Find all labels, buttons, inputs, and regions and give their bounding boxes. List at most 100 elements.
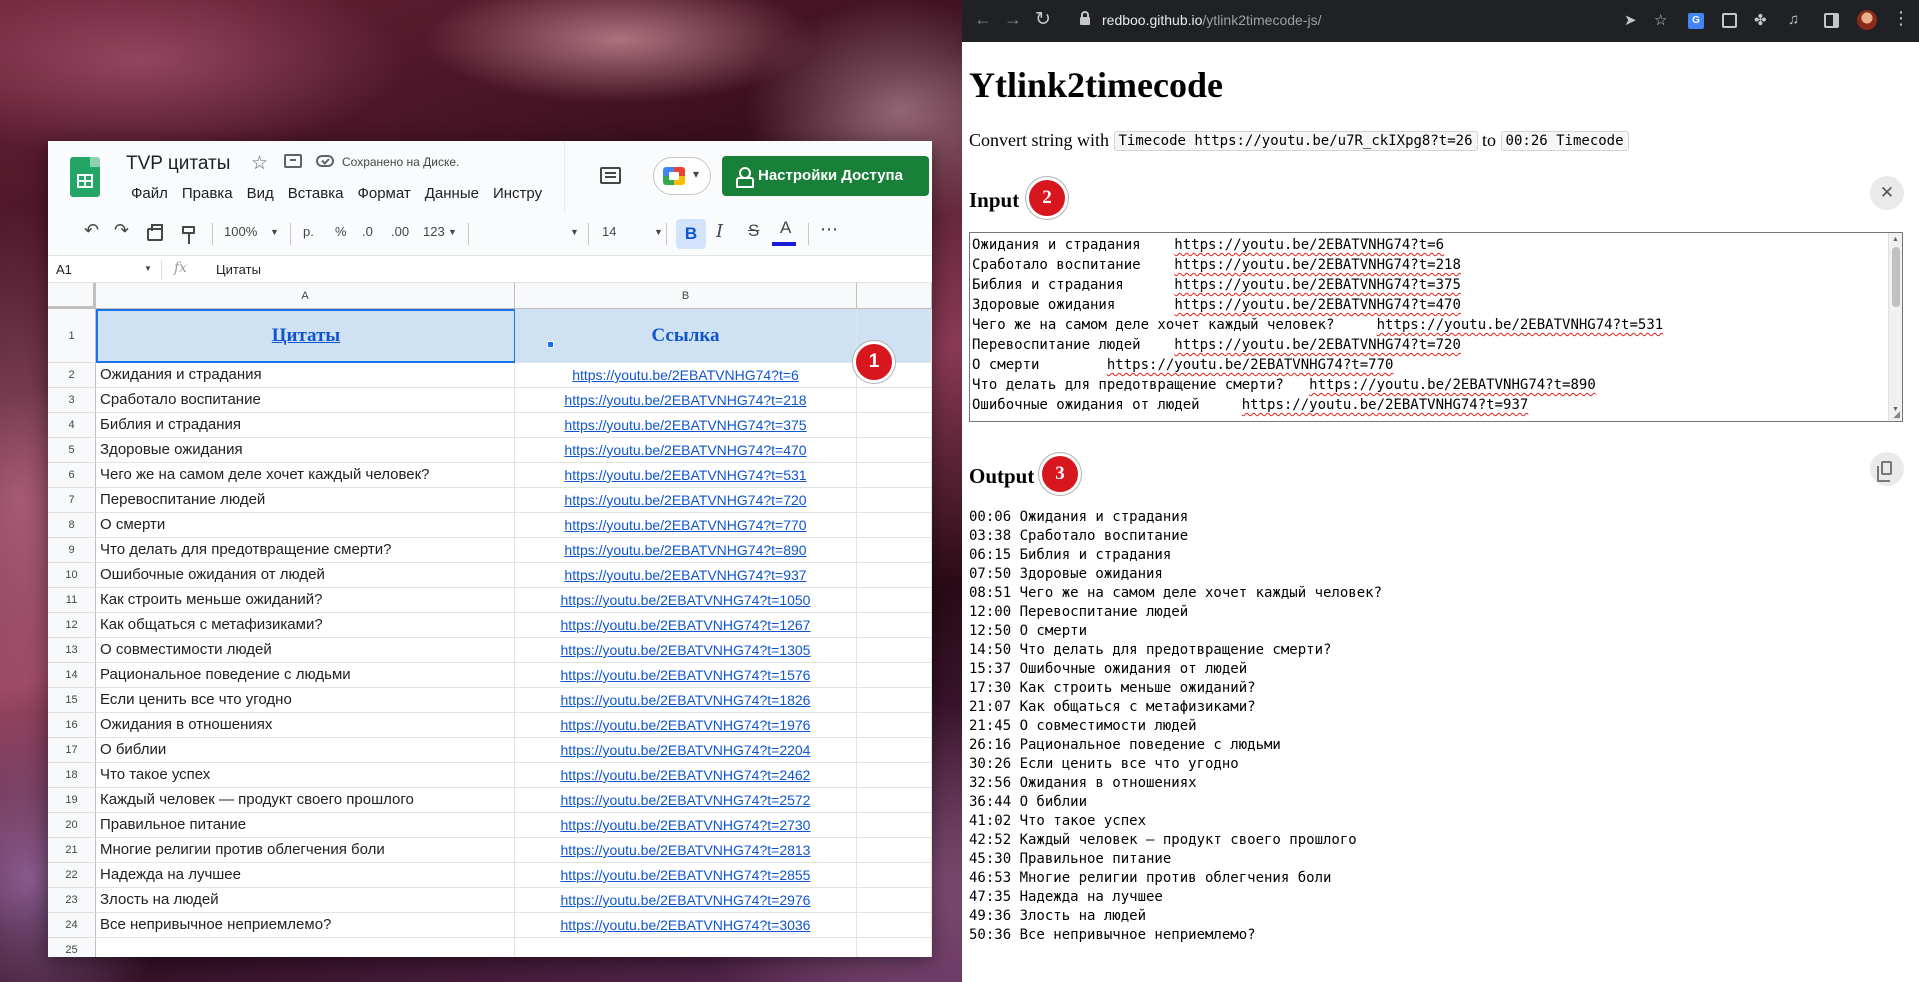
bookmark-star-icon[interactable]: ☆ <box>1654 11 1667 29</box>
empty-cell[interactable] <box>857 388 932 413</box>
link-cell[interactable]: https://youtu.be/2EBATVNHG74?t=218 <box>515 388 857 413</box>
quote-cell[interactable]: Надежда на лучшее <box>96 863 515 888</box>
copy-output-button[interactable] <box>1870 452 1904 486</box>
link-cell[interactable]: https://youtu.be/2EBATVNHG74?t=2730 <box>515 813 857 838</box>
quote-cell[interactable]: Если ценить все что угодно <box>96 688 515 713</box>
address-bar[interactable]: redboo.github.io/ytlink2timecode-js/ <box>1102 12 1321 28</box>
send-icon[interactable]: ➤ <box>1624 11 1637 29</box>
forward-arrow-icon[interactable]: → <box>1004 9 1022 30</box>
empty-cell[interactable] <box>857 713 932 738</box>
quote-cell[interactable]: Что такое успех <box>96 763 515 788</box>
header-cell-quotes[interactable]: Цитаты <box>96 309 516 363</box>
quote-cell[interactable]: Ожидания в отношениях <box>96 713 515 738</box>
row-header[interactable]: 21 <box>48 838 96 863</box>
row-header[interactable]: 14 <box>48 663 96 688</box>
share-button[interactable]: Настройки Доступа <box>722 156 929 196</box>
link-cell[interactable]: https://youtu.be/2EBATVNHG74?t=720 <box>515 488 857 513</box>
quote-cell[interactable]: Что делать для предотвращение смерти? <box>96 538 515 563</box>
resize-handle-icon[interactable]: ◢ <box>1893 409 1900 420</box>
column-header-b[interactable]: B <box>515 283 857 309</box>
menu-edit[interactable]: Правка <box>175 185 240 202</box>
link-cell[interactable]: https://youtu.be/2EBATVNHG74?t=2855 <box>515 863 857 888</box>
paint-format-icon[interactable] <box>182 226 195 244</box>
name-box[interactable]: A1 <box>56 262 72 277</box>
quote-cell[interactable]: Ошибочные ожидания от людей <box>96 563 515 588</box>
more-options-icon[interactable]: ⋯ <box>820 219 839 240</box>
empty-cell[interactable] <box>857 413 932 438</box>
link-cell[interactable]: https://youtu.be/2EBATVNHG74?t=1576 <box>515 663 857 688</box>
decrease-decimal-button[interactable]: .0 <box>362 224 373 239</box>
empty-cell[interactable] <box>857 913 932 938</box>
row-header[interactable]: 3 <box>48 388 96 413</box>
quote-cell[interactable]: Перевоспитание людей <box>96 488 515 513</box>
extensions-puzzle-icon[interactable]: ✤ <box>1754 11 1767 29</box>
empty-cell[interactable] <box>857 863 932 888</box>
row-header[interactable]: 23 <box>48 888 96 913</box>
quote-cell[interactable]: Библия и страдания <box>96 413 515 438</box>
profile-avatar[interactable] <box>1857 10 1877 30</box>
document-title[interactable]: TVP цитаты <box>126 153 230 175</box>
currency-button[interactable]: р. <box>303 224 314 239</box>
link-cell[interactable]: https://youtu.be/2EBATVNHG74?t=1267 <box>515 613 857 638</box>
empty-cell[interactable] <box>857 613 932 638</box>
input-textarea[interactable]: Ожидания и страдания https://youtu.be/2E… <box>969 232 1903 422</box>
kebab-menu-icon[interactable]: ⋮ <box>1892 8 1910 29</box>
menu-tools[interactable]: Инстру <box>486 185 549 202</box>
reload-icon[interactable]: ↻ <box>1035 8 1051 31</box>
row-header[interactable]: 8 <box>48 513 96 538</box>
empty-cell[interactable] <box>857 788 932 813</box>
row-header[interactable]: 15 <box>48 688 96 713</box>
quote-cell[interactable]: Все непривычное неприемлемо? <box>96 913 515 938</box>
row-header[interactable]: 16 <box>48 713 96 738</box>
move-folder-icon[interactable] <box>284 154 302 168</box>
empty-cell[interactable] <box>857 438 932 463</box>
row-header[interactable]: 2 <box>48 363 96 388</box>
quote-cell[interactable] <box>96 938 515 957</box>
font-select-caret-icon[interactable]: ▼ <box>570 227 579 237</box>
row-header[interactable]: 11 <box>48 588 96 613</box>
fill-handle[interactable] <box>547 341 554 348</box>
empty-cell[interactable] <box>857 538 932 563</box>
link-cell[interactable]: https://youtu.be/2EBATVNHG74?t=2204 <box>515 738 857 763</box>
quote-cell[interactable]: Чего же на самом деле хочет каждый челов… <box>96 463 515 488</box>
row-header[interactable]: 4 <box>48 413 96 438</box>
textarea-scrollbar[interactable]: ▲ ▼ <box>1888 233 1902 421</box>
column-header-a[interactable]: A <box>96 283 515 309</box>
comment-icon[interactable] <box>600 167 621 184</box>
link-cell[interactable]: https://youtu.be/2EBATVNHG74?t=1826 <box>515 688 857 713</box>
quote-cell[interactable]: Рациональное поведение с людьми <box>96 663 515 688</box>
empty-cell[interactable] <box>857 763 932 788</box>
percent-button[interactable]: % <box>335 224 347 239</box>
empty-cell[interactable] <box>857 638 932 663</box>
side-panel-icon[interactable] <box>1824 13 1839 28</box>
text-color-button[interactable]: A <box>780 218 791 238</box>
link-cell[interactable]: https://youtu.be/2EBATVNHG74?t=1050 <box>515 588 857 613</box>
italic-button[interactable]: I <box>716 221 723 242</box>
menu-data[interactable]: Данные <box>418 185 486 202</box>
formula-input[interactable]: Цитаты <box>216 262 261 277</box>
link-cell[interactable]: https://youtu.be/2EBATVNHG74?t=1976 <box>515 713 857 738</box>
link-cell[interactable]: https://youtu.be/2EBATVNHG74?t=470 <box>515 438 857 463</box>
number-format-button[interactable]: 123 <box>423 224 445 239</box>
link-cell[interactable]: https://youtu.be/2EBATVNHG74?t=6 <box>515 363 857 388</box>
translate-icon[interactable]: G <box>1688 13 1704 29</box>
quote-cell[interactable]: Как строить меньше ожиданий? <box>96 588 515 613</box>
caret-down-icon[interactable]: ▼ <box>448 227 457 237</box>
row-header[interactable]: 20 <box>48 813 96 838</box>
caret-down-icon[interactable]: ▼ <box>144 264 152 273</box>
link-cell[interactable]: https://youtu.be/2EBATVNHG74?t=531 <box>515 463 857 488</box>
caret-down-icon[interactable]: ▼ <box>270 227 279 237</box>
quote-cell[interactable]: Злость на людей <box>96 888 515 913</box>
link-cell[interactable]: https://youtu.be/2EBATVNHG74?t=375 <box>515 413 857 438</box>
spreadsheet-grid[interactable]: A B 1 Цитаты Ссылка 2 Ожидания и страдани… <box>48 283 932 957</box>
output-text[interactable]: 00:06 Ожидания и страдания 03:38 Сработал… <box>969 508 1382 945</box>
quote-cell[interactable]: Многие религии против облегчения боли <box>96 838 515 863</box>
link-cell[interactable] <box>515 938 857 957</box>
empty-cell[interactable] <box>857 463 932 488</box>
quote-cell[interactable]: Каждый человек — продукт своего прошлого <box>96 788 515 813</box>
caret-down-icon[interactable]: ▼ <box>654 227 663 237</box>
menu-file[interactable]: Файл <box>124 185 175 202</box>
quote-cell[interactable]: Правильное питание <box>96 813 515 838</box>
row-header[interactable]: 24 <box>48 913 96 938</box>
quote-cell[interactable]: Сработало воспитание <box>96 388 515 413</box>
